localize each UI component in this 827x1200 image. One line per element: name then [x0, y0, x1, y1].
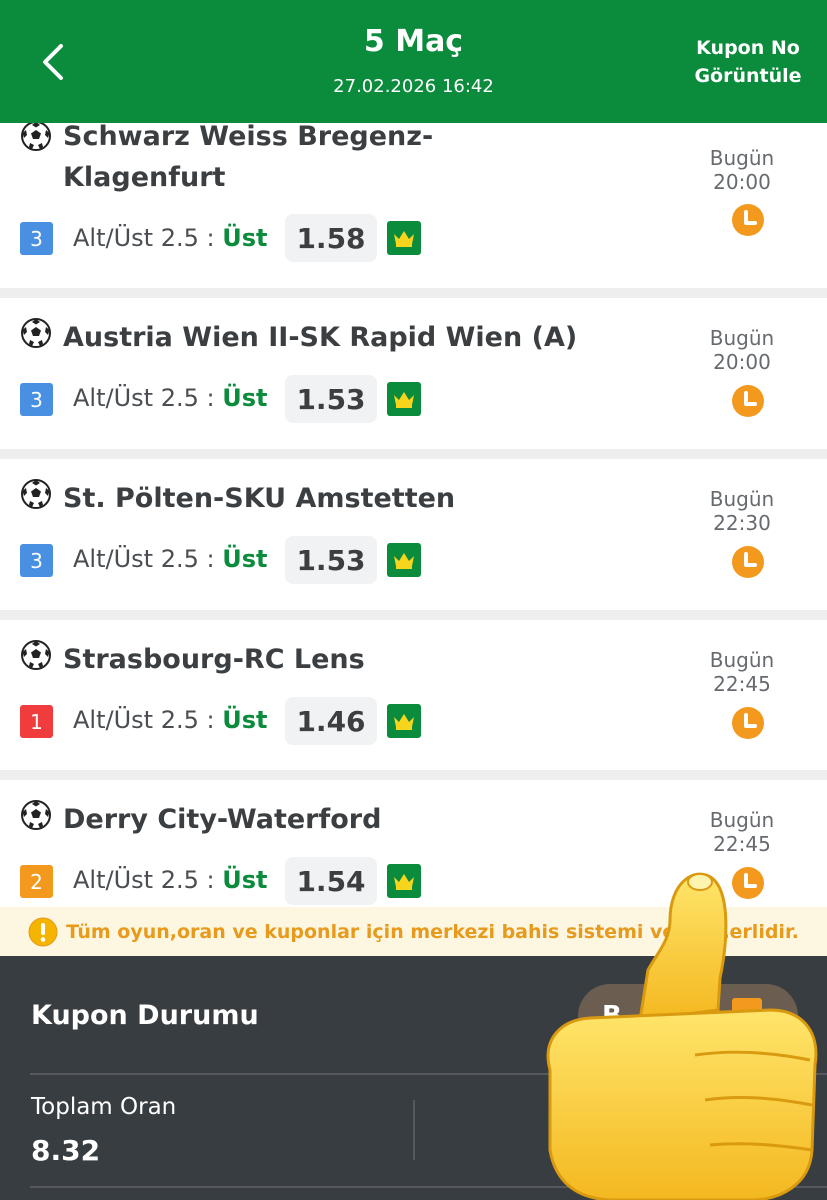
market-line: Alt/Üst 2.5 : Üst — [73, 543, 267, 576]
market-pick: Üst — [222, 545, 268, 573]
clock-icon — [732, 546, 764, 578]
market-label: Alt/Üst 2.5 : — [73, 384, 215, 412]
app-root: 5 Maç 27.02.2026 16:42 Kupon No Görüntül… — [0, 0, 827, 1200]
market-label: Alt/Üst 2.5 : — [73, 545, 215, 573]
match-day: Bugün — [709, 146, 775, 170]
crown-icon — [394, 714, 414, 730]
market-line: Alt/Üst 2.5 : Üst — [73, 222, 267, 255]
match-time: 20:00 — [713, 350, 771, 374]
soccer-ball-icon — [21, 640, 51, 670]
match-time: 22:45 — [713, 832, 771, 856]
odd-value[interactable]: 1.54 — [285, 857, 377, 905]
match-day: Bugün — [709, 648, 775, 672]
crown-badge — [387, 864, 421, 898]
rank-badge: 2 — [20, 865, 53, 898]
kupon-button-line2: Görüntüle — [694, 65, 802, 87]
market-label: Alt/Üst 2.5 : — [73, 706, 215, 734]
crown-badge — [387, 221, 421, 255]
match-day: Bugün — [709, 326, 775, 350]
top-bar: 5 Maç 27.02.2026 16:42 Kupon No Görüntül… — [0, 0, 827, 123]
odd-value[interactable]: 1.58 — [285, 214, 377, 262]
crown-icon — [394, 392, 414, 408]
soccer-ball-icon — [21, 800, 51, 830]
warning-icon — [28, 917, 58, 946]
market-pick: Üst — [222, 224, 268, 252]
match-teams: St. Pölten-SKU Amstetten — [63, 483, 456, 514]
rank-badge: 3 — [20, 544, 53, 577]
kupon-button-line1: Kupon No — [696, 37, 800, 59]
market-label: Alt/Üst 2.5 : — [73, 224, 215, 252]
match-teams: Schwarz Weiss Bregenz-Klagenfurt — [63, 121, 434, 193]
crown-badge — [387, 543, 421, 577]
total-odds-label: Toplam Oran — [31, 1094, 177, 1120]
match-card[interactable]: Austria Wien II-SK Rapid Wien (A) Bugün … — [0, 298, 827, 449]
crown-icon — [394, 553, 414, 569]
soccer-ball-icon — [21, 318, 51, 348]
match-teams: Derry City-Waterford — [63, 804, 382, 835]
crown-icon — [394, 231, 414, 247]
crown-badge — [387, 704, 421, 738]
match-day: Bugün — [709, 808, 775, 832]
rank-badge: 3 — [20, 383, 53, 416]
clock-icon — [732, 385, 764, 417]
thumbs-up-emoji — [546, 872, 818, 1200]
market-line: Alt/Üst 2.5 : Üst — [73, 382, 267, 415]
match-card[interactable]: Strasbourg-RC Lens Bugün 22:45 1 Alt/Üst… — [0, 620, 827, 770]
clock-icon — [732, 707, 764, 739]
soccer-ball-icon — [21, 121, 51, 151]
vertical-divider — [413, 1100, 415, 1160]
market-label: Alt/Üst 2.5 : — [73, 866, 215, 894]
match-time: 22:45 — [713, 672, 771, 696]
rank-badge: 3 — [20, 222, 53, 255]
match-teams: Austria Wien II-SK Rapid Wien (A) — [63, 322, 578, 353]
rank-badge: 1 — [20, 705, 53, 738]
market-line: Alt/Üst 2.5 : Üst — [73, 864, 267, 897]
market-pick: Üst — [222, 866, 268, 894]
odd-value[interactable]: 1.53 — [285, 375, 377, 423]
crown-badge — [387, 382, 421, 416]
crown-icon — [394, 874, 414, 890]
match-time: 20:00 — [713, 170, 771, 194]
coupon-status-title: Kupon Durumu — [31, 1000, 259, 1031]
odd-value[interactable]: 1.53 — [285, 536, 377, 584]
soccer-ball-icon — [21, 479, 51, 509]
total-odds-value: 8.32 — [31, 1134, 101, 1167]
match-time: 22:30 — [713, 511, 771, 535]
match-teams: Strasbourg-RC Lens — [63, 644, 365, 675]
match-card[interactable]: St. Pölten-SKU Amstetten Bugün 22:30 3 A… — [0, 459, 827, 610]
clock-icon — [732, 204, 764, 236]
match-card[interactable]: Schwarz Weiss Bregenz-Klagenfurt Bugün 2… — [0, 110, 827, 288]
match-day: Bugün — [709, 487, 775, 511]
market-pick: Üst — [222, 384, 268, 412]
market-pick: Üst — [222, 706, 268, 734]
market-line: Alt/Üst 2.5 : Üst — [73, 704, 267, 737]
odd-value[interactable]: 1.46 — [285, 697, 377, 745]
view-coupon-number-button[interactable]: Kupon No Görüntüle — [693, 34, 803, 90]
